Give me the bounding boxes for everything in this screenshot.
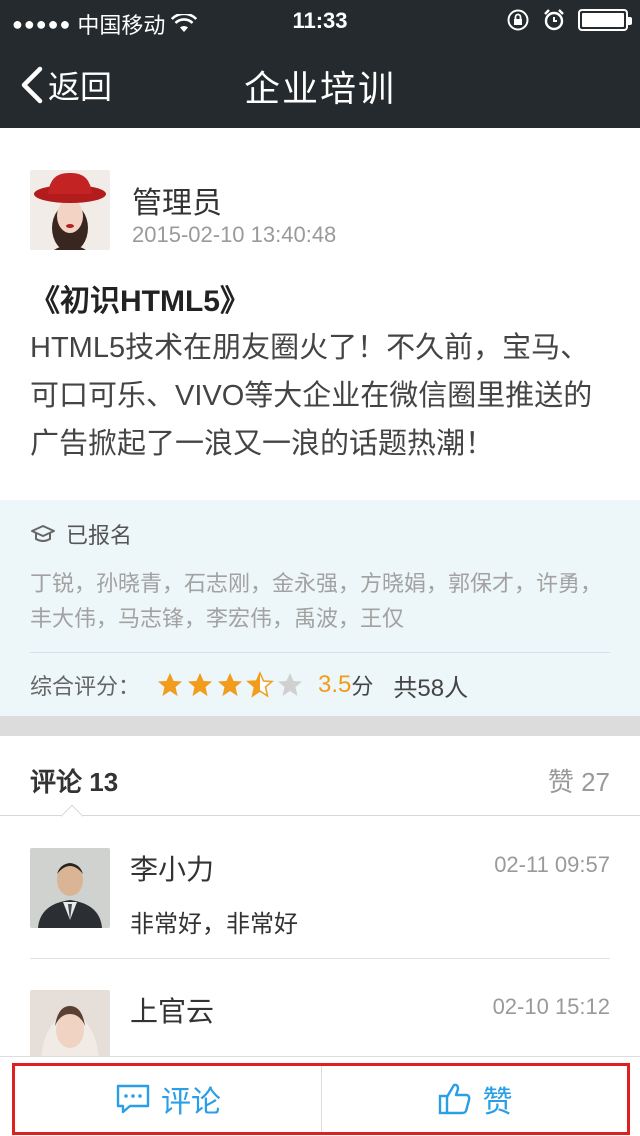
rating-count: 共58人 — [393, 674, 469, 702]
like-button-label: 赞 — [482, 1086, 513, 1119]
commenter-name: 上官云 — [130, 996, 215, 1027]
star-icon — [218, 673, 243, 696]
alarm-icon — [544, 9, 564, 31]
rating-unit: 分 — [351, 674, 374, 699]
star-icon — [158, 673, 183, 696]
signup-header: 已报名 — [30, 518, 132, 550]
signup-label: 已报名 — [66, 523, 133, 548]
star-icon — [246, 671, 274, 698]
comment-button-label: 评论 — [161, 1086, 221, 1119]
comments-label: 评论 — [30, 767, 83, 797]
rotation-lock-icon — [507, 9, 529, 31]
star-icon — [278, 673, 303, 696]
status-bar: ●●●●● 中国移动 11:33 — [0, 0, 640, 40]
signup-panel: 已报名 丁锐，孙晓青，石志刚，金永强，方晓娟，郭保才，许勇，丰大伟，马志锋，李宏… — [0, 500, 640, 716]
comment-time: 02-10 15:12 — [492, 994, 610, 1019]
battery-icon — [578, 9, 632, 31]
comments-header: 评论 13 赞 27 — [0, 736, 640, 828]
star-icon — [188, 673, 213, 696]
action-bar: 评论 赞 — [0, 1056, 640, 1136]
rating-label: 综合评分： — [30, 674, 141, 699]
rating-stars — [156, 671, 304, 699]
comment-icon — [116, 1084, 150, 1114]
status-right — [506, 8, 632, 32]
divider — [30, 652, 610, 653]
like-button[interactable]: 赞 — [322, 1066, 627, 1132]
likes-count: 27 — [581, 767, 610, 797]
tab-indicator — [60, 804, 84, 828]
post-title: 《初识HTML5》 — [30, 285, 250, 318]
comment-button[interactable]: 评论 — [15, 1066, 321, 1132]
rating-score: 3.5 — [318, 671, 352, 698]
comment-text: 非常好，非常好 — [130, 911, 298, 938]
post-body: HTML5技术在朋友圈火了！不久前，宝马、可口可乐、VIVO等大企业在微信圈里推… — [30, 332, 593, 460]
author-avatar[interactable] — [30, 170, 110, 250]
comments-count: 13 — [89, 767, 119, 797]
page-title: 企业培训 — [243, 68, 396, 109]
post: 管理员 2015-02-10 13:40:48 《初识HTML5》 HTML5技… — [0, 128, 640, 500]
top-bar: ●●●●● 中国移动 11:33 返回 企业培训 — [0, 0, 640, 128]
signup-names: 丁锐，孙晓青，石志刚，金永强，方晓娟，郭保才，许勇，丰大伟，马志锋，李宏伟，禹波… — [30, 571, 603, 631]
likes-summary[interactable]: 赞 27 — [548, 762, 610, 799]
section-gap — [0, 716, 640, 736]
comment-time: 02-11 09:57 — [494, 852, 610, 877]
post-timestamp: 2015-02-10 13:40:48 — [132, 222, 337, 247]
comment-item: 李小力 02-11 09:57 非常好，非常好 — [0, 848, 640, 958]
author-name: 管理员 — [132, 187, 222, 220]
rating-row: 综合评分： 3.5 分 共58人 — [30, 668, 468, 702]
action-frame: 评论 赞 — [12, 1063, 630, 1135]
nav-bar: 返回 企业培训 — [0, 40, 640, 128]
screen: ●●●●● 中国移动 11:33 返回 企业培训 管理员 2015-02-10 … — [0, 0, 640, 1136]
comments-title: 评论 13 — [30, 762, 118, 799]
commenter-name: 李小力 — [130, 854, 215, 885]
commenter-avatar[interactable] — [30, 848, 110, 928]
likes-label: 赞 — [547, 767, 574, 797]
thumbs-up-icon — [438, 1083, 470, 1115]
divider — [30, 958, 610, 959]
graduation-cap-icon — [31, 525, 55, 542]
